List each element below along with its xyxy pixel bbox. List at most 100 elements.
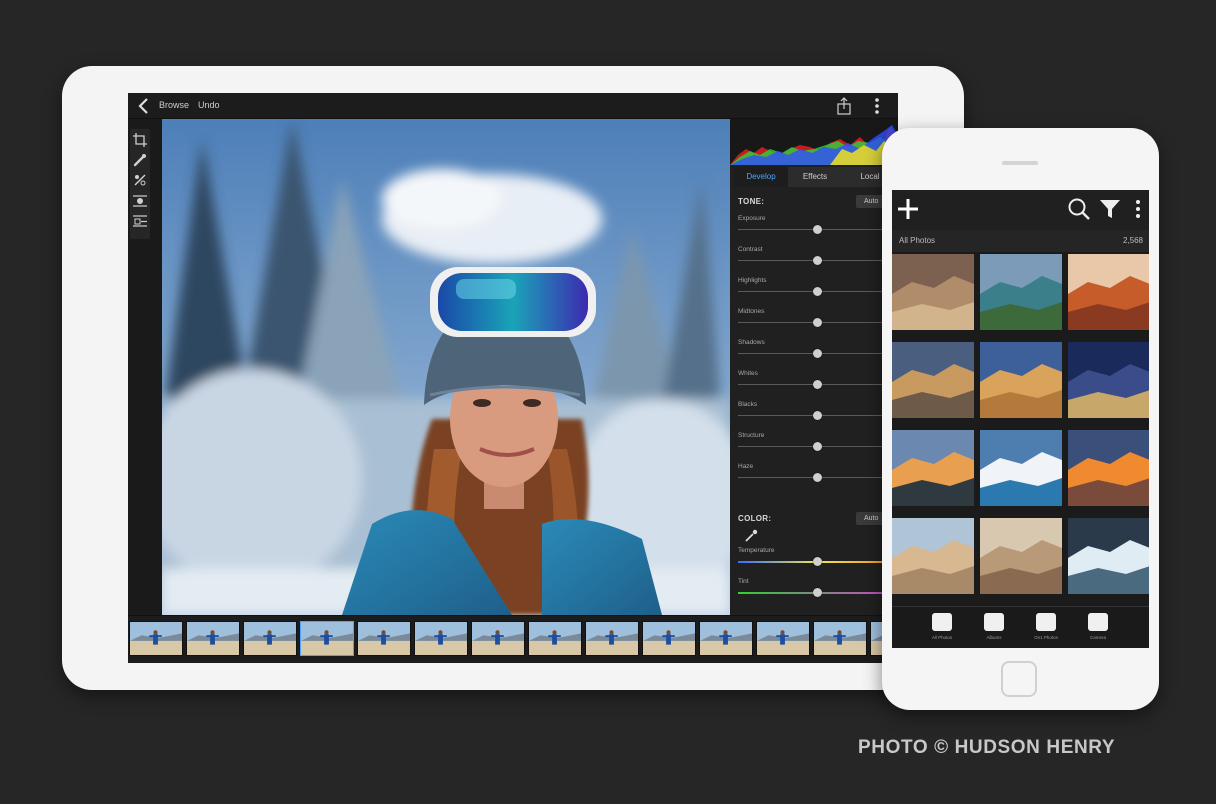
slider-structure[interactable]: Structure	[738, 432, 898, 458]
photo-thumbnail[interactable]	[892, 254, 974, 330]
browse-link[interactable]: Browse	[159, 100, 189, 110]
slider-label: Whites	[738, 370, 758, 377]
filmstrip-thumbnail[interactable]	[129, 621, 183, 656]
phone-tab-label: All Photos	[931, 635, 953, 640]
photo-thumbnail[interactable]	[980, 518, 1062, 594]
color-section-title: COLOR:	[738, 514, 772, 523]
slider-label: Highlights	[738, 277, 767, 284]
more-vertical-icon[interactable]	[1133, 198, 1143, 220]
filmstrip	[128, 615, 898, 663]
filmstrip-thumbnail[interactable]	[585, 621, 639, 656]
slider-blacks[interactable]: Blacks	[738, 401, 898, 427]
photo-thumbnail[interactable]	[892, 430, 974, 506]
slider-knob[interactable]	[812, 318, 822, 327]
photo-thumbnail[interactable]	[1068, 430, 1149, 506]
phone-tab-albums[interactable]: Albums	[974, 611, 1014, 647]
photo-count: 2,568	[1122, 236, 1143, 245]
eyedropper-icon[interactable]	[744, 529, 758, 543]
stage: Browse Undo Develop Effects Local TONE: …	[0, 0, 1216, 804]
filmstrip-thumbnail[interactable]	[357, 621, 411, 656]
slider-knob[interactable]	[812, 442, 822, 451]
more-vertical-icon[interactable]	[870, 96, 884, 116]
search-icon[interactable]	[1067, 197, 1091, 221]
slider-knob[interactable]	[812, 588, 822, 597]
panel-tab-bar: Develop Effects Local	[734, 167, 898, 187]
tablet-top-bar: Browse Undo	[128, 93, 898, 119]
slider-highlights[interactable]: Highlights	[738, 277, 898, 303]
filmstrip-thumbnail[interactable]	[471, 621, 525, 656]
photo-thumbnail[interactable]	[1068, 342, 1149, 418]
slider-knob[interactable]	[812, 380, 822, 389]
filmstrip-thumbnail[interactable]	[528, 621, 582, 656]
slider-label: Temperature	[738, 547, 775, 554]
photo-thumbnail[interactable]	[1068, 518, 1149, 594]
slider-knob[interactable]	[812, 349, 822, 358]
slider-label: Contrast	[738, 246, 763, 253]
photo-thumbnail[interactable]	[1068, 254, 1149, 330]
slider-whites[interactable]: Whites	[738, 370, 898, 396]
filmstrip-thumbnail[interactable]	[243, 621, 297, 656]
heal-brush-icon[interactable]	[133, 153, 147, 167]
add-icon[interactable]	[897, 198, 919, 220]
phone-device: All Photos 2,568 All Photos Albums On1 Pho…	[882, 128, 1159, 710]
photo-thumbnail[interactable]	[980, 342, 1062, 418]
slider-knob[interactable]	[812, 256, 822, 265]
filmstrip-thumbnail[interactable]	[699, 621, 753, 656]
phone-tab-camera[interactable]: Camera	[1078, 611, 1118, 647]
grid-icon	[932, 613, 952, 631]
share-icon[interactable]	[836, 96, 852, 116]
slider-knob[interactable]	[812, 411, 822, 420]
photo-thumbnail[interactable]	[980, 430, 1062, 506]
camera-icon	[1088, 613, 1108, 631]
undo-link[interactable]: Undo	[198, 100, 220, 110]
slider-midtones[interactable]: Midtones	[738, 308, 898, 334]
redeye-icon[interactable]	[133, 193, 147, 207]
filmstrip-thumbnail[interactable]	[756, 621, 810, 656]
main-photo-canvas[interactable]	[162, 119, 730, 615]
phone-tab-label: Albums	[986, 635, 1002, 640]
back-arrow-icon[interactable]	[136, 96, 152, 116]
slider-label: Tint	[738, 578, 749, 585]
slider-knob[interactable]	[812, 473, 822, 482]
slider-knob[interactable]	[812, 287, 822, 296]
slider-haze[interactable]: Haze	[738, 463, 898, 489]
phone-tab-on1-photos[interactable]: On1 Photos	[1026, 611, 1066, 647]
filmstrip-thumbnail[interactable]	[813, 621, 867, 656]
slider-label: Structure	[738, 432, 765, 439]
slider-label: Blacks	[738, 401, 758, 408]
slider-label: Haze	[738, 463, 754, 470]
histogram	[730, 119, 898, 165]
photo-grid	[892, 254, 1149, 606]
crop-icon[interactable]	[133, 133, 147, 147]
home-button[interactable]	[1001, 661, 1037, 697]
phone-tab-bar: All Photos Albums On1 Photos Camera	[892, 606, 1149, 648]
phone-top-bar	[892, 190, 1149, 230]
slider-tint[interactable]: Tint	[738, 578, 898, 604]
tablet-device: Browse Undo Develop Effects Local TONE: …	[62, 66, 964, 690]
phone-tab-all-photos[interactable]: All Photos	[922, 611, 962, 647]
slider-exposure[interactable]: Exposure	[738, 215, 898, 241]
phone-tab-label: On1 Photos	[1034, 635, 1058, 640]
tablet-screen: Browse Undo Develop Effects Local TONE: …	[128, 93, 898, 663]
filmstrip-thumbnail[interactable]	[642, 621, 696, 656]
photo-thumbnail[interactable]	[892, 342, 974, 418]
filmstrip-thumbnail[interactable]	[414, 621, 468, 656]
selective-brush-icon[interactable]	[133, 173, 147, 187]
phone-tab-label: Camera	[1089, 635, 1106, 640]
filmstrip-thumbnail[interactable]	[300, 621, 354, 656]
slider-contrast[interactable]: Contrast	[738, 246, 898, 272]
slider-knob[interactable]	[812, 225, 822, 234]
adjustments-icon[interactable]	[133, 213, 147, 227]
adjustment-panel: Develop Effects Local TONE: Auto Exposur…	[730, 119, 898, 615]
tab-effects[interactable]: Effects	[788, 167, 842, 187]
slider-knob[interactable]	[812, 557, 822, 566]
filter-icon[interactable]	[1099, 198, 1121, 220]
photo-thumbnail[interactable]	[980, 254, 1062, 330]
albums-icon	[984, 613, 1004, 631]
photo-thumbnail[interactable]	[892, 518, 974, 594]
slider-temperature[interactable]: Temperature	[738, 547, 898, 573]
slider-shadows[interactable]: Shadows	[738, 339, 898, 365]
phone-speaker	[1002, 161, 1038, 165]
filmstrip-thumbnail[interactable]	[186, 621, 240, 656]
tab-develop[interactable]: Develop	[734, 167, 788, 187]
